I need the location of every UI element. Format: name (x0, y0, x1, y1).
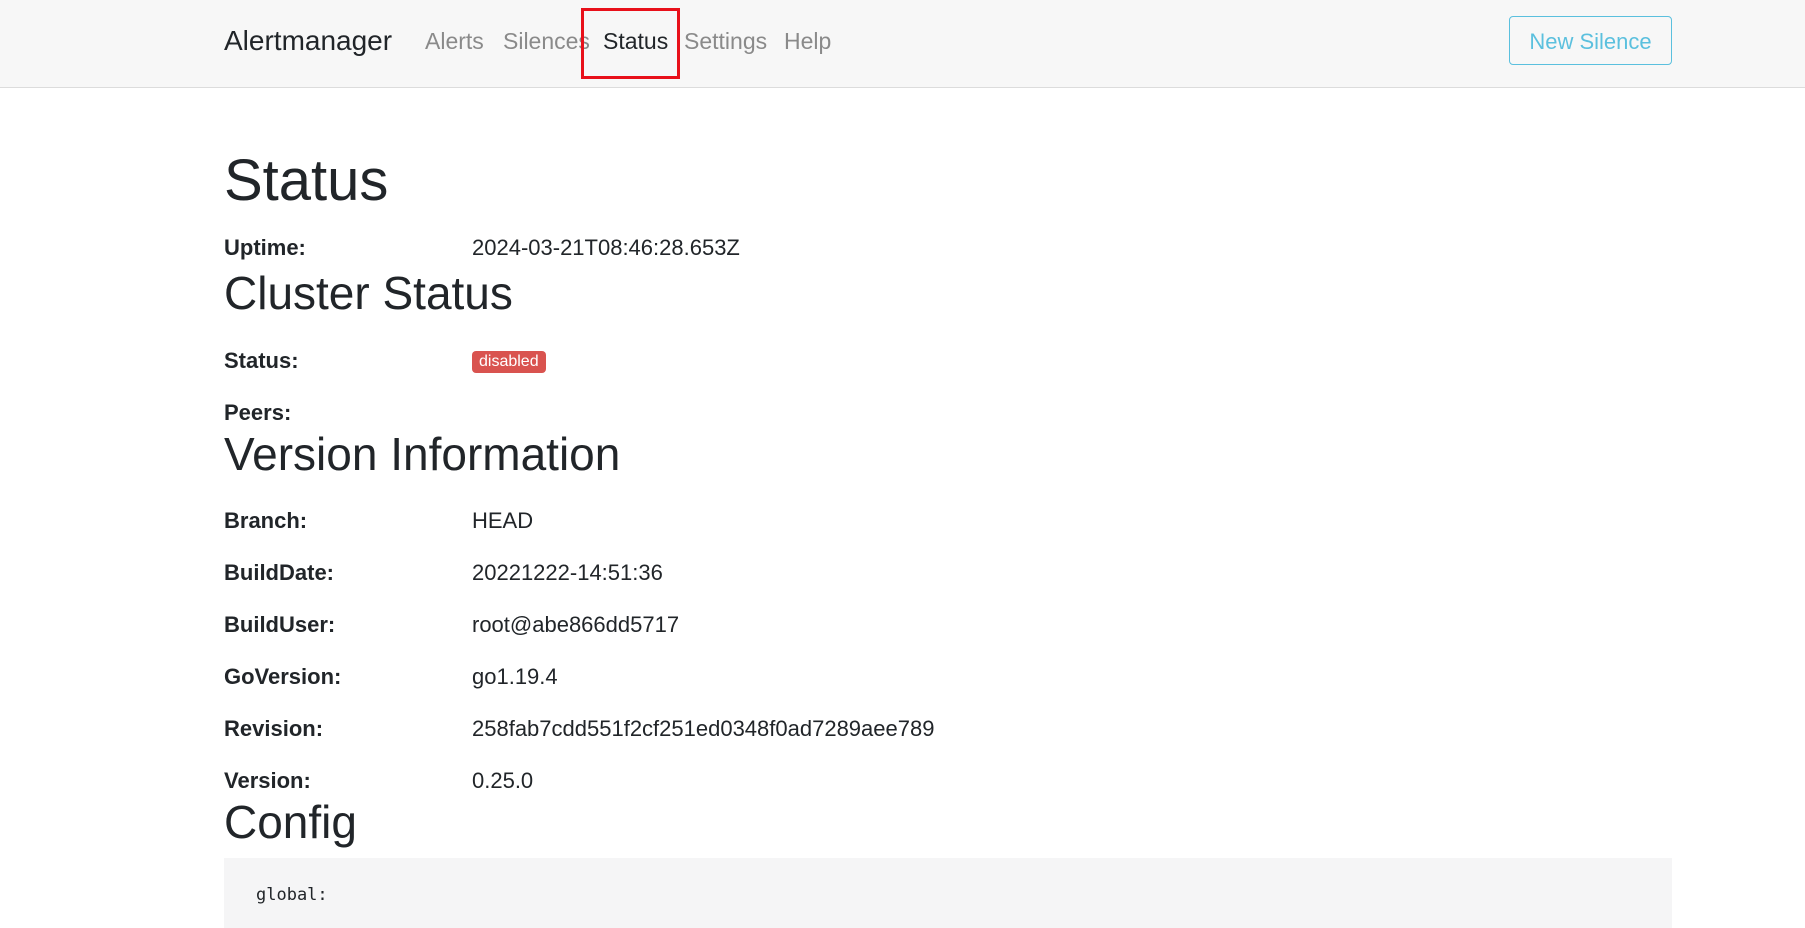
peers-label: Peers: (224, 400, 292, 425)
revision-value: 258fab7cdd551f2cf251ed0348f0ad7289aee789 (472, 716, 935, 741)
builduser-value: root@abe866dd5717 (472, 612, 680, 637)
new-silence-button[interactable]: New Silence (1509, 16, 1672, 65)
builddate-value: 20221222-14:51:36 (472, 560, 663, 585)
nav-link-silences[interactable]: Silences (503, 25, 590, 57)
nav-link-alerts[interactable]: Alerts (425, 25, 484, 57)
page-title: Status (224, 148, 389, 213)
config-code-block[interactable]: global: (224, 858, 1672, 928)
revision-label: Revision: (224, 716, 324, 741)
config-heading: Config (224, 796, 357, 848)
version-row-goversion: GoVersion: go1.19.4 (224, 660, 1224, 694)
uptime-value: 2024-03-21T08:46:28.653Z (472, 235, 740, 260)
version-label: Version: (224, 768, 311, 793)
nav-link-status[interactable]: Status (603, 25, 668, 57)
config-text: global: (256, 885, 328, 905)
main-content: Status Uptime: 2024-03-21T08:46:28.653Z … (224, 88, 1672, 928)
builduser-label: BuildUser: (224, 612, 336, 637)
uptime-row: Uptime: 2024-03-21T08:46:28.653Z (224, 231, 1224, 265)
goversion-value: go1.19.4 (472, 664, 558, 689)
top-navbar: Alertmanager Alerts Silences Status Sett… (0, 0, 1805, 88)
version-value: 0.25.0 (472, 768, 534, 793)
version-row-revision: Revision: 258fab7cdd551f2cf251ed0348f0ad… (224, 712, 1224, 746)
nav-link-help[interactable]: Help (784, 25, 831, 57)
brand-link[interactable]: Alertmanager (224, 22, 392, 60)
branch-value: HEAD (472, 508, 534, 533)
version-row-version: Version: 0.25.0 (224, 764, 1224, 798)
uptime-label: Uptime: (224, 235, 306, 260)
builddate-label: BuildDate: (224, 560, 334, 585)
nav-link-settings[interactable]: Settings (684, 25, 767, 57)
peers-row: Peers: (224, 396, 1224, 430)
status-badge: disabled (472, 351, 546, 373)
version-information-heading: Version Information (224, 428, 621, 480)
version-row-builddate: BuildDate: 20221222-14:51:36 (224, 556, 1224, 590)
cluster-status-row: Status: disabled (224, 344, 1224, 378)
branch-label: Branch: (224, 508, 308, 533)
cluster-status-label: Status: (224, 348, 299, 373)
goversion-label: GoVersion: (224, 664, 342, 689)
version-row-branch: Branch: HEAD (224, 504, 1224, 538)
version-row-builduser: BuildUser: root@abe866dd5717 (224, 608, 1224, 642)
cluster-status-heading: Cluster Status (224, 267, 513, 319)
